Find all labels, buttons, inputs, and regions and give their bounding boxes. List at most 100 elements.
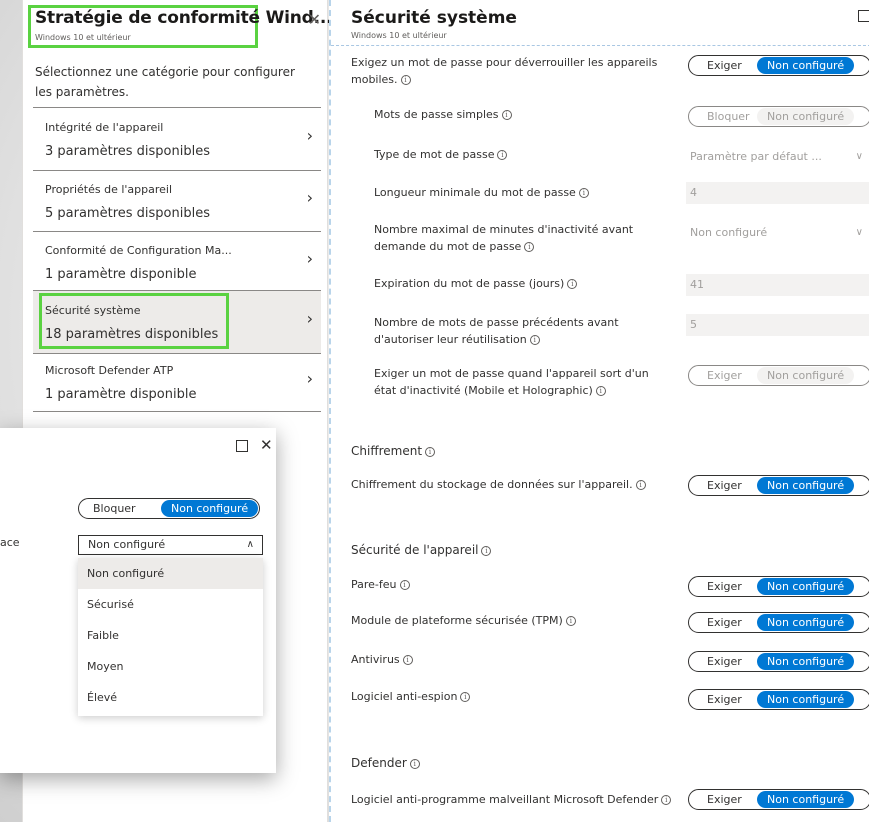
info-icon[interactable]: i xyxy=(524,242,535,252)
info-icon[interactable]: i xyxy=(425,447,436,457)
info-icon[interactable]: i xyxy=(402,655,413,665)
toggle-option-not-configured[interactable]: Non configuré xyxy=(757,578,855,595)
level-options-list: Non configuré Sécurisé Faible Moyen Élev… xyxy=(78,558,263,716)
antispyware-toggle[interactable]: Exiger Non configuré xyxy=(688,689,869,710)
option-secured[interactable]: Sécurisé xyxy=(78,589,263,620)
password-type-select[interactable]: Paramètre par défaut ... ∨ xyxy=(686,146,869,168)
toggle-option-require[interactable]: Exiger xyxy=(707,616,757,629)
chevron-up-icon: ∧ xyxy=(246,539,254,550)
toggle-option-not-configured[interactable]: Non configuré xyxy=(757,614,855,631)
setting-simple-passwords: Mots de passe simples i xyxy=(374,106,512,123)
block-toggle[interactable]: Bloquer Non configuré xyxy=(78,498,261,519)
category-count: 18 paramètres disponibles xyxy=(45,327,219,342)
toggle-option-require[interactable]: Exiger xyxy=(707,580,757,593)
section-encryption: Chiffrement i xyxy=(351,444,436,458)
level-select[interactable]: Non configuré ∧ xyxy=(78,535,263,555)
category-system-security[interactable]: Sécurité système 18 paramètres disponibl… xyxy=(33,291,321,353)
setting-firewall: Pare-feu i xyxy=(351,576,410,593)
info-icon[interactable]: i xyxy=(409,759,420,769)
chevron-down-icon: ∨ xyxy=(855,151,863,162)
maximize-icon[interactable] xyxy=(236,440,248,452)
blade-title: Stratégie de conformité Wind... xyxy=(35,8,333,28)
toggle-option-not-configured[interactable]: Non configuré xyxy=(757,653,855,670)
toggle-option-not-configured[interactable]: Non configuré xyxy=(757,477,855,494)
tpm-toggle[interactable]: Exiger Non configuré xyxy=(688,612,869,633)
setting-password-type: Type de mot de passe i xyxy=(374,146,508,163)
toggle-option-not-configured[interactable]: Non configuré xyxy=(757,57,855,74)
setting-tpm: Module de plateforme sécurisée (TPM) i xyxy=(351,612,576,629)
toggle-option-require[interactable]: Exiger xyxy=(707,793,757,806)
category-intro: Sélectionnez une catégorie pour configur… xyxy=(35,65,295,99)
max-idle-select[interactable]: Non configuré ∨ xyxy=(686,222,869,244)
option-not-configured[interactable]: Non configuré xyxy=(78,558,263,589)
info-icon[interactable]: i xyxy=(460,692,471,702)
toggle-option-require[interactable]: Exiger xyxy=(707,479,757,492)
divider xyxy=(33,411,321,412)
setting-max-idle-minutes: Nombre maximal de minutes d'inactivité a… xyxy=(374,223,634,253)
close-icon[interactable]: ✕ xyxy=(308,10,321,29)
category-count: 5 paramètres disponibles xyxy=(45,206,210,221)
info-icon[interactable]: i xyxy=(497,150,508,160)
info-icon[interactable]: i xyxy=(595,386,606,396)
section-device-security: Sécurité de l'appareil i xyxy=(351,543,492,557)
blade-header: Stratégie de conformité Wind... Windows … xyxy=(23,0,333,52)
category-configmgr-compliance[interactable]: Conformité de Configuration Ma... 1 para… xyxy=(33,231,321,293)
toggle-option-not-configured[interactable]: Non configuré xyxy=(757,367,855,384)
setting-label-fragment: ace xyxy=(0,536,20,549)
info-icon[interactable]: i xyxy=(661,795,672,805)
simple-passwords-toggle[interactable]: Bloquer Non configuré xyxy=(688,106,869,127)
option-medium[interactable]: Moyen xyxy=(78,651,263,682)
info-icon[interactable]: i xyxy=(578,188,589,198)
category-device-health[interactable]: Intégrité de l'appareil 3 paramètres dis… xyxy=(33,108,321,170)
toggle-option-not-configured[interactable]: Non configuré xyxy=(757,791,855,808)
info-icon[interactable]: i xyxy=(400,75,411,85)
info-icon[interactable]: i xyxy=(399,580,410,590)
toggle-option-block[interactable]: Bloquer xyxy=(707,110,757,123)
info-icon[interactable]: i xyxy=(501,110,512,120)
previous-passwords-field[interactable]: 5 xyxy=(686,314,869,336)
category-name: Propriétés de l'appareil xyxy=(45,183,173,196)
category-device-properties[interactable]: Propriétés de l'appareil 5 paramètres di… xyxy=(33,170,321,232)
option-low[interactable]: Faible xyxy=(78,620,263,651)
toggle-option-require[interactable]: Exiger xyxy=(707,655,757,668)
chevron-right-icon: › xyxy=(306,309,313,328)
chevron-right-icon: › xyxy=(306,126,313,145)
close-icon[interactable]: ✕ xyxy=(260,436,273,454)
info-icon[interactable]: i xyxy=(635,480,646,490)
setting-defender-antimalware: Logiciel anti-programme malveillant Micr… xyxy=(351,791,681,808)
setting-password-expiry: Expiration du mot de passe (jours) i xyxy=(374,275,578,292)
toggle-option-not-configured[interactable]: Non configuré xyxy=(757,108,855,125)
antivirus-toggle[interactable]: Exiger Non configuré xyxy=(688,651,869,672)
maximize-icon[interactable] xyxy=(858,10,869,22)
toggle-option-require[interactable]: Exiger xyxy=(707,59,757,72)
category-name: Microsoft Defender ATP xyxy=(45,364,174,377)
category-defender-atp[interactable]: Microsoft Defender ATP 1 paramètre dispo… xyxy=(33,351,321,413)
category-name: Conformité de Configuration Ma... xyxy=(45,244,232,257)
toggle-option-block[interactable]: Bloquer xyxy=(93,502,161,515)
divider xyxy=(331,45,869,46)
info-icon[interactable]: i xyxy=(565,616,576,626)
firewall-toggle[interactable]: Exiger Non configuré xyxy=(688,576,869,597)
toggle-option-require[interactable]: Exiger xyxy=(707,369,757,382)
info-icon[interactable]: i xyxy=(481,546,492,556)
toggle-option-require[interactable]: Exiger xyxy=(707,693,757,706)
unlock-password-toggle[interactable]: Exiger Non configuré xyxy=(688,55,869,76)
setting-min-length: Longueur minimale du mot de passe i xyxy=(374,184,589,201)
category-count: 3 paramètres disponibles xyxy=(45,144,210,159)
idle-return-toggle[interactable]: Exiger Non configuré xyxy=(688,365,869,386)
toggle-option-not-configured[interactable]: Non configuré xyxy=(757,691,855,708)
blade-subtitle: Windows 10 et ultérieur xyxy=(35,33,131,42)
min-length-field[interactable]: 4 xyxy=(686,182,869,204)
chevron-right-icon: › xyxy=(306,188,313,207)
setting-storage-encryption: Chiffrement du stockage de données sur l… xyxy=(351,476,646,493)
info-icon[interactable]: i xyxy=(567,279,578,289)
defender-antimalware-toggle[interactable]: Exiger Non configuré xyxy=(688,789,869,810)
storage-encryption-toggle[interactable]: Exiger Non configuré xyxy=(688,475,869,496)
info-icon[interactable]: i xyxy=(529,335,540,345)
option-high[interactable]: Élevé xyxy=(78,682,263,713)
password-expiry-field[interactable]: 41 xyxy=(686,274,869,296)
toggle-option-not-configured[interactable]: Non configuré xyxy=(161,500,259,517)
setting-previous-passwords: Nombre de mots de passe précédents avant… xyxy=(374,316,619,346)
category-count: 1 paramètre disponible xyxy=(45,387,197,402)
setting-idle-return-password: Exiger un mot de passe quand l'appareil … xyxy=(374,367,649,397)
